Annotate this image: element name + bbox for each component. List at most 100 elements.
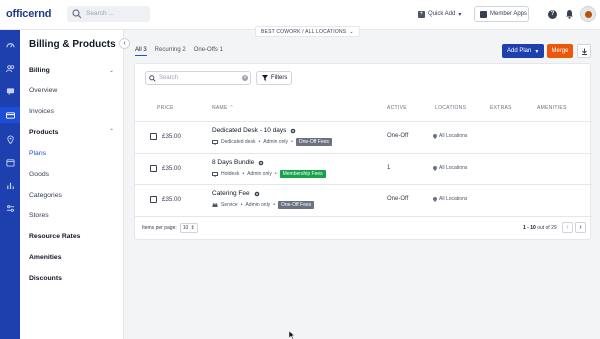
quick-add-label: Quick Add [428, 11, 456, 17]
sidebar-item-plans[interactable]: Plans [29, 150, 46, 157]
member-apps-label: Member Apps [490, 11, 528, 17]
table-row[interactable]: £35.00 Dedicated Desk - 10 days Dedicate… [135, 122, 592, 153]
download-button[interactable] [577, 44, 591, 58]
plus-icon: + [418, 10, 425, 18]
dashboard-icon[interactable] [5, 40, 15, 50]
column-header-active[interactable]: ACTIVE [387, 105, 407, 111]
gear-icon[interactable] [258, 160, 264, 166]
clear-icon[interactable]: × [242, 75, 248, 81]
row-name[interactable]: Catering Fee [212, 190, 250, 197]
column-header-name[interactable]: NAME ⌃ [212, 105, 234, 111]
row-name[interactable]: Dedicated Desk - 10 days [212, 127, 286, 134]
member-apps-button[interactable]: Member Apps [474, 6, 529, 22]
calendar-icon[interactable] [5, 157, 15, 167]
chevron-up-icon[interactable]: ⌃ [109, 128, 114, 135]
row-price: £35.00 [162, 165, 181, 172]
chevron-down-icon: ⌄ [349, 28, 354, 35]
location-icon[interactable] [5, 134, 15, 144]
sidebar-item-invoices[interactable]: Invoices [29, 108, 54, 115]
add-plan-button[interactable]: Add Plan ▾ [502, 44, 544, 58]
row-access: Admin only [263, 139, 288, 145]
filter-icon [262, 75, 268, 81]
next-page-button[interactable]: › [575, 222, 586, 233]
members-icon[interactable] [5, 63, 15, 73]
column-header-extras[interactable]: EXTRAS [490, 105, 512, 111]
sidebar-section-resource-rates[interactable]: Resource Rates [29, 233, 80, 240]
sidebar-title: Billing & Products [29, 39, 116, 50]
sidebar-item-overview[interactable]: Overview [29, 87, 57, 94]
pagination: Items per page: 10 ⇕ 1 - 10 out of 29 ‹ … [135, 218, 592, 238]
tab-recurring[interactable]: Recurring 2 [155, 47, 186, 56]
filters-button[interactable]: Filters [256, 71, 292, 85]
mouse-cursor-icon [289, 331, 295, 339]
page-range: 1 - 10 out of 29 [523, 225, 557, 231]
printer-icon [212, 202, 218, 207]
search-placeholder: Search ... [86, 10, 114, 17]
chevron-updown-icon: ⇕ [190, 225, 195, 231]
plan-tabs: All 3 Recurring 2 One-Offs 1 [135, 47, 223, 56]
location-pin-icon [433, 196, 437, 202]
gear-icon[interactable] [290, 128, 296, 134]
row-resource: Hotdesk [221, 171, 240, 177]
merge-button[interactable]: Merge [547, 44, 573, 58]
sidebar-item-stores[interactable]: Stores [29, 212, 49, 219]
user-avatar[interactable] [580, 6, 596, 22]
items-per-page-select[interactable]: 10 ⇕ [179, 223, 198, 233]
search-icon [149, 75, 156, 82]
tab-one-offs[interactable]: One-Offs 1 [194, 47, 223, 56]
chat-icon[interactable] [5, 86, 15, 96]
quick-add-button[interactable]: + Quick Add ▾ [418, 7, 461, 21]
row-checkbox[interactable] [150, 165, 157, 172]
table-row[interactable]: £35.00 8 Days Bundle Hotdesk • Admin only… [135, 154, 592, 185]
plans-table-card: Search × Filters PRICE NAME ⌃ ACTIVE LOC… [134, 63, 592, 240]
chevron-down-icon: ▾ [535, 48, 539, 55]
sort-asc-icon: ⌃ [229, 105, 234, 111]
billing-icon[interactable] [0, 107, 20, 123]
divider [135, 216, 592, 217]
chevron-down-icon[interactable]: ⌄ [109, 67, 114, 74]
row-resource: Dedicated desk [221, 139, 256, 145]
column-header-amenities[interactable]: AMENITIES [537, 105, 567, 111]
row-access: Admin only [247, 171, 272, 177]
row-active: One-Off [387, 133, 409, 139]
column-header-locations[interactable]: LOCATIONS [435, 105, 466, 111]
row-active: 1 [387, 165, 391, 171]
search-icon [72, 9, 82, 19]
help-icon[interactable]: ? [548, 10, 557, 19]
settings-sliders-icon[interactable] [5, 203, 15, 213]
location-label: BEST COWORK / ALL LOCATIONS [261, 28, 347, 35]
row-active: One-Off [387, 196, 409, 202]
location-pin-icon [433, 133, 437, 139]
filters-label: Filters [271, 75, 288, 81]
row-tag: One-Off Fees [277, 201, 315, 209]
global-search[interactable]: Search ... [67, 6, 150, 22]
prev-page-button[interactable]: ‹ [562, 222, 573, 233]
row-checkbox[interactable] [150, 133, 157, 140]
sidebar-section-discounts[interactable]: Discounts [29, 275, 62, 282]
sidebar-section-products[interactable]: Products [29, 129, 58, 136]
row-name[interactable]: 8 Days Bundle [212, 159, 254, 166]
apps-grid-icon [480, 10, 487, 18]
collapse-sidebar-button[interactable]: ‹ [119, 38, 130, 49]
location-selector[interactable]: BEST COWORK / ALL LOCATIONS ⌄ [255, 26, 360, 37]
row-checkbox[interactable] [150, 196, 157, 203]
table-search-input[interactable]: Search × [145, 71, 251, 85]
location-pin-icon [433, 165, 437, 171]
row-locations: All Locations [439, 133, 468, 139]
table-row[interactable]: £35.00 Catering Fee Service • Admin only •… [135, 185, 592, 216]
sidebar-section-billing[interactable]: Billing [29, 67, 50, 74]
sidebar-section-amenities[interactable]: Amenities [29, 254, 61, 261]
table-search-placeholder: Search [159, 75, 179, 81]
reports-icon[interactable] [5, 180, 15, 190]
sidebar-item-categories[interactable]: Categories [29, 192, 62, 199]
logo[interactable]: officernd [6, 8, 51, 20]
desk-icon [212, 139, 218, 145]
gear-icon[interactable] [254, 191, 260, 197]
row-access: Admin only [245, 202, 271, 208]
sidebar-item-goods[interactable]: Goods [29, 171, 49, 178]
bell-icon[interactable] [565, 9, 574, 19]
add-plan-label: Add Plan [507, 48, 532, 54]
tab-all[interactable]: All 3 [135, 47, 147, 56]
row-resource: Service [221, 202, 238, 208]
column-header-price[interactable]: PRICE [157, 105, 174, 111]
